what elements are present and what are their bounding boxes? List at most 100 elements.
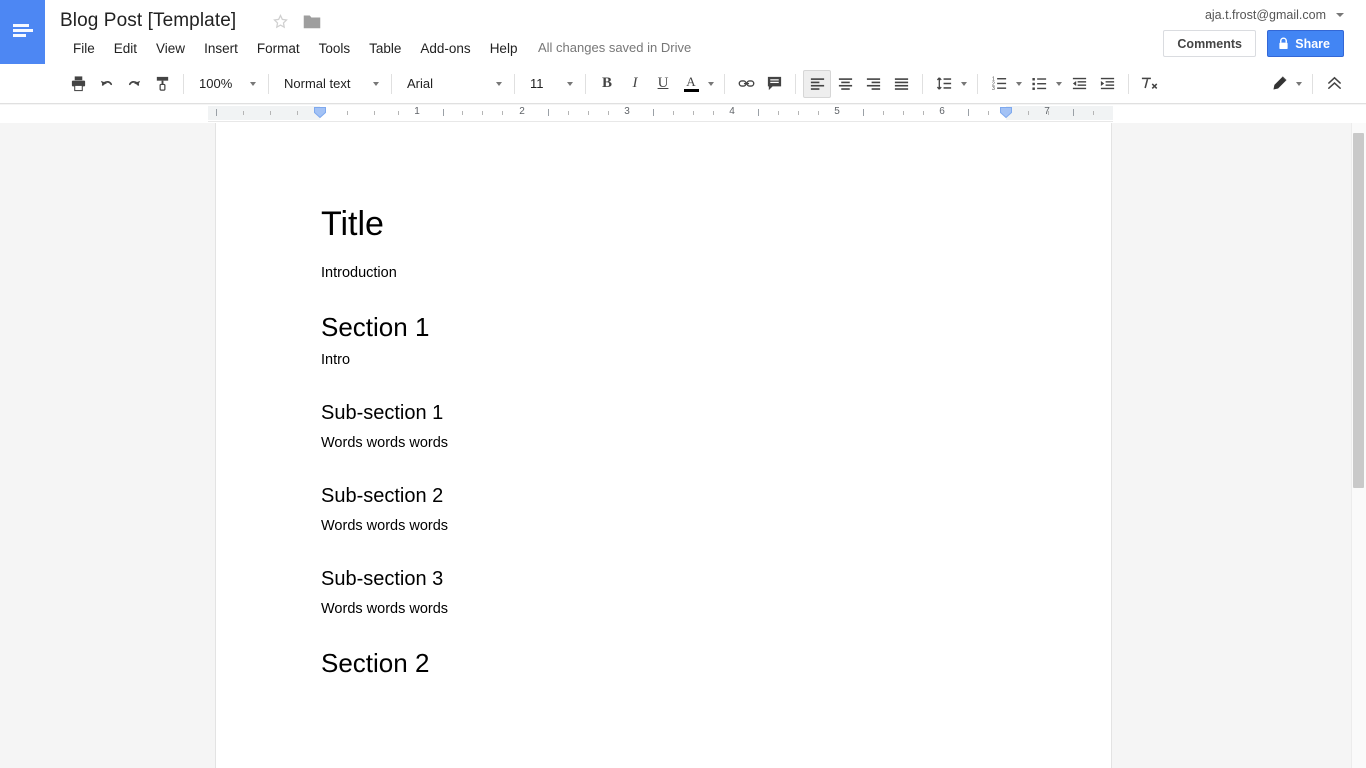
- print-button[interactable]: [64, 70, 92, 98]
- chevron-down-icon[interactable]: [1016, 81, 1022, 86]
- add-comment-button[interactable]: [760, 70, 788, 98]
- menu-tools[interactable]: Tools: [310, 38, 360, 59]
- document-page[interactable]: Title Introduction Section 1 Intro Sub-s…: [215, 123, 1112, 768]
- italic-button[interactable]: I: [621, 70, 649, 98]
- ruler-number-7: 7: [1044, 106, 1050, 117]
- underline-button[interactable]: U: [649, 70, 677, 98]
- align-left-icon: [810, 78, 824, 90]
- doc-block-paragraph[interactable]: Words words words: [321, 433, 1011, 454]
- menu-format[interactable]: Format: [248, 38, 309, 59]
- document-title[interactable]: Blog Post [Template]: [60, 8, 236, 34]
- bold-icon: B: [601, 75, 612, 91]
- align-right-button[interactable]: [859, 70, 887, 98]
- comments-button-label: Comments: [1177, 36, 1242, 51]
- undo-button[interactable]: [92, 70, 120, 98]
- docs-home-logo[interactable]: [0, 0, 45, 64]
- folder-icon[interactable]: [303, 14, 321, 29]
- svg-text:3: 3: [991, 86, 994, 92]
- text-color-button[interactable]: A: [677, 70, 705, 98]
- doc-block-heading2[interactable]: Sub-section 1: [321, 399, 1011, 427]
- star-outline-icon[interactable]: [272, 13, 289, 30]
- menu-edit[interactable]: Edit: [105, 38, 146, 59]
- italic-icon: I: [632, 75, 638, 91]
- chevron-down-icon[interactable]: [1336, 13, 1344, 17]
- line-spacing-button[interactable]: [930, 70, 958, 98]
- font-family-value: Arial: [407, 76, 434, 91]
- font-size-dropdown[interactable]: 11: [522, 71, 578, 97]
- right-indent-marker[interactable]: [1000, 107, 1012, 118]
- align-center-button[interactable]: [831, 70, 859, 98]
- document-ruler[interactable]: 1 2 3 4 5 6 7: [0, 105, 1366, 123]
- doc-block-paragraph[interactable]: Words words words: [321, 516, 1011, 537]
- align-justify-button[interactable]: [887, 70, 915, 98]
- menu-file[interactable]: File: [64, 38, 104, 59]
- link-icon: [738, 80, 754, 87]
- doc-block-paragraph[interactable]: Intro: [321, 350, 1011, 371]
- paragraph-style-dropdown[interactable]: Normal text: [276, 71, 384, 97]
- comments-button[interactable]: Comments: [1163, 30, 1256, 57]
- ruler-left-margin-zone: [208, 106, 320, 120]
- chevron-down-icon[interactable]: [1296, 81, 1302, 86]
- account-email[interactable]: aja.t.frost@gmail.com: [1205, 8, 1326, 22]
- align-left-button[interactable]: [803, 69, 831, 98]
- menu-insert[interactable]: Insert: [195, 38, 247, 59]
- share-button-label: Share: [1295, 36, 1330, 51]
- text-color-swatch: [683, 88, 699, 92]
- doc-block-paragraph[interactable]: Introduction: [321, 263, 1011, 284]
- decrease-indent-button[interactable]: [1065, 70, 1093, 98]
- ruler-number-5: 5: [834, 106, 840, 117]
- redo-button[interactable]: [120, 70, 148, 98]
- font-family-dropdown[interactable]: Arial: [399, 71, 507, 97]
- paint-format-button[interactable]: [148, 70, 176, 98]
- doc-block-paragraph[interactable]: Words words words: [321, 599, 1011, 620]
- edit-mode-button[interactable]: [1265, 70, 1293, 98]
- underline-icon: U: [657, 75, 669, 91]
- clear-formatting-icon: [1141, 77, 1158, 89]
- align-center-icon: [838, 78, 852, 90]
- doc-block-heading1[interactable]: Section 2: [321, 646, 1011, 680]
- toolbar-divider: [977, 73, 978, 94]
- pencil-icon: [1272, 76, 1287, 90]
- app-header: Blog Post [Template] File Edit View Inse…: [0, 0, 1366, 64]
- doc-block-heading2[interactable]: Sub-section 3: [321, 565, 1011, 593]
- document-canvas[interactable]: Title Introduction Section 1 Intro Sub-s…: [0, 123, 1366, 768]
- vertical-scrollbar-track[interactable]: [1351, 123, 1366, 768]
- bulleted-list-button[interactable]: [1025, 70, 1053, 98]
- ruler-strip: [208, 105, 1113, 122]
- left-indent-marker[interactable]: [314, 107, 326, 118]
- menu-add-ons[interactable]: Add-ons: [411, 38, 479, 59]
- doc-block-heading1[interactable]: Section 1: [321, 310, 1011, 344]
- collapse-toolbar-button[interactable]: [1320, 70, 1348, 98]
- chevron-down-icon[interactable]: [250, 81, 256, 86]
- ruler-number-6: 6: [939, 106, 945, 117]
- menu-bar: File Edit View Insert Format Tools Table…: [64, 38, 527, 59]
- menu-help[interactable]: Help: [481, 38, 527, 59]
- chevron-down-icon[interactable]: [1056, 81, 1062, 86]
- add-comment-icon: [767, 76, 781, 91]
- increase-indent-icon: [1100, 77, 1114, 90]
- zoom-dropdown[interactable]: 100%: [191, 71, 261, 97]
- menu-view[interactable]: View: [147, 38, 194, 59]
- clear-formatting-button[interactable]: [1136, 70, 1164, 98]
- toolbar-divider: [795, 73, 796, 94]
- decrease-indent-icon: [1072, 77, 1086, 90]
- share-button[interactable]: Share: [1267, 30, 1344, 57]
- bold-button[interactable]: B: [593, 70, 621, 98]
- doc-block-heading2[interactable]: Sub-section 2: [321, 482, 1011, 510]
- doc-block-title[interactable]: Title: [321, 203, 1011, 245]
- numbered-list-button[interactable]: 1 2 3: [985, 70, 1013, 98]
- increase-indent-button[interactable]: [1093, 70, 1121, 98]
- chevron-down-icon[interactable]: [708, 81, 714, 86]
- chevron-down-icon[interactable]: [496, 81, 502, 86]
- toolbar-divider: [922, 73, 923, 94]
- ruler-right-margin-zone: [1006, 106, 1113, 120]
- menu-table[interactable]: Table: [360, 38, 410, 59]
- insert-link-button[interactable]: [732, 70, 760, 98]
- vertical-scrollbar-thumb[interactable]: [1353, 133, 1364, 488]
- chevron-down-icon[interactable]: [567, 81, 573, 86]
- numbered-list-icon: 1 2 3: [991, 77, 1006, 92]
- document-body[interactable]: Title Introduction Section 1 Intro Sub-s…: [321, 203, 1011, 684]
- chevron-down-icon[interactable]: [373, 81, 379, 86]
- toolbar-divider: [268, 73, 269, 94]
- chevron-down-icon[interactable]: [961, 81, 967, 86]
